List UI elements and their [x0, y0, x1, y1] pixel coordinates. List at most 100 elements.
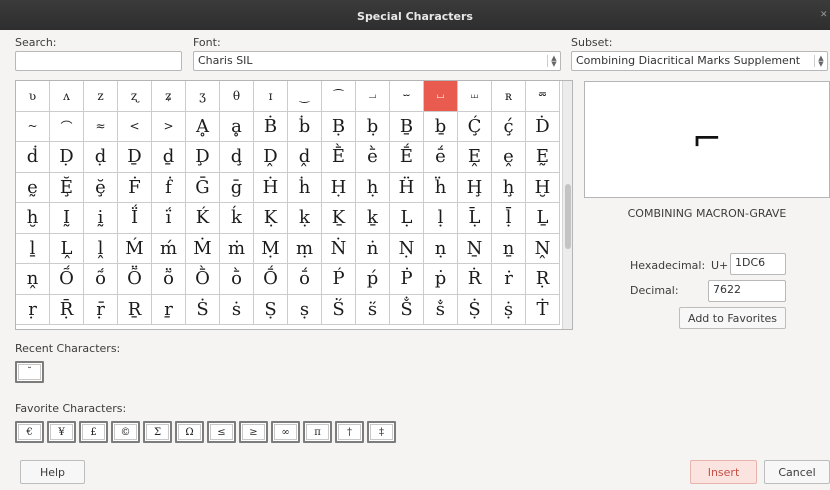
character-cell[interactable]: Ṕ [322, 264, 356, 295]
character-cell[interactable]: ṃ [288, 233, 322, 264]
font-combobox[interactable]: Charis SIL ▲ ▼ [193, 51, 561, 71]
character-cell[interactable]: ḽ [84, 233, 118, 264]
help-button[interactable]: Help [20, 460, 85, 484]
character-cell[interactable]: ṟ [152, 294, 186, 325]
character-cell[interactable]: ḅ [356, 111, 390, 142]
insert-button[interactable]: Insert [690, 460, 757, 484]
character-cell[interactable]: ʌ [50, 81, 84, 112]
character-cell[interactable]: Ḫ [526, 172, 560, 203]
character-cell[interactable]: Ḣ [254, 172, 288, 203]
character-cell[interactable]: Ḏ [118, 142, 152, 173]
character-cell[interactable]: Ṅ [322, 233, 356, 264]
cancel-button[interactable]: Cancel [764, 460, 830, 484]
character-cell[interactable]: ɪ [254, 81, 288, 112]
character-cell[interactable]: ḙ [492, 142, 526, 173]
character-cell[interactable]: Ḭ [50, 203, 84, 234]
character-cell[interactable]: ṁ [220, 233, 254, 264]
favorite-character-button[interactable]: † [335, 421, 364, 443]
character-cell[interactable]: Ḵ [322, 203, 356, 234]
character-cell[interactable]: Ṗ [390, 264, 424, 295]
decimal-input[interactable]: 7622 [708, 280, 786, 302]
character-cell[interactable]: ḻ [16, 233, 50, 264]
search-input[interactable] [15, 51, 182, 71]
character-cell[interactable]: Ḕ [322, 142, 356, 173]
character-cell[interactable]: ḿ [152, 233, 186, 264]
character-cell[interactable]: ḋ [16, 142, 50, 173]
character-cell[interactable]: ḝ [84, 172, 118, 203]
spin-updown-icon[interactable]: ▲ ▼ [547, 55, 557, 68]
character-cell[interactable]: Ḻ [526, 203, 560, 234]
character-cell[interactable]: z [84, 81, 118, 112]
character-cell[interactable]: ḯ [152, 203, 186, 234]
character-cell[interactable]: Ṋ [526, 233, 560, 264]
character-cell[interactable]: Ṉ [458, 233, 492, 264]
character-cell[interactable]: ʑ [152, 81, 186, 112]
character-cell[interactable]: Ḋ [526, 111, 560, 142]
subset-combobox[interactable]: Combining Diacritical Marks Supplement ▲… [571, 51, 828, 71]
character-cell[interactable]: ḕ [356, 142, 390, 173]
character-cell[interactable]: ~ [16, 111, 50, 142]
character-cell[interactable]: Ṝ [50, 294, 84, 325]
character-cell[interactable]: ḩ [492, 172, 526, 203]
character-cell[interactable]: Ḁ [186, 111, 220, 142]
character-cell[interactable]: ⏗ [356, 81, 390, 112]
character-cell[interactable]: ḣ [288, 172, 322, 203]
character-cell[interactable]: ⏖ [390, 81, 424, 112]
grid-scrollbar[interactable] [562, 81, 572, 329]
character-cell[interactable]: ⏘ [424, 81, 458, 112]
character-cell[interactable]: ḹ [492, 203, 526, 234]
character-cell[interactable]: Ḡ [186, 172, 220, 203]
character-cell[interactable]: ṅ [356, 233, 390, 264]
character-cell[interactable]: Ḍ [50, 142, 84, 173]
character-cell[interactable]: θ [220, 81, 254, 112]
character-cell[interactable]: ḭ [84, 203, 118, 234]
character-cell[interactable]: ḃ [288, 111, 322, 142]
character-cell[interactable]: Ḿ [118, 233, 152, 264]
character-cell[interactable]: ṧ [424, 294, 458, 325]
character-cell[interactable]: ⌒ [50, 111, 84, 142]
character-cell[interactable]: Ḓ [254, 142, 288, 173]
character-cell[interactable]: ≈ [84, 111, 118, 142]
character-cell[interactable]: Ḗ [390, 142, 424, 173]
character-cell[interactable]: ṛ [16, 294, 50, 325]
character-cell[interactable]: Ḇ [390, 111, 424, 142]
character-cell[interactable]: ṑ [220, 264, 254, 295]
character-cell[interactable]: Ḷ [390, 203, 424, 234]
character-cell[interactable]: Ṥ [322, 294, 356, 325]
character-cell[interactable]: ⏙ [458, 81, 492, 112]
character-cell[interactable]: ʋ [16, 81, 50, 112]
favorite-character-button[interactable]: ¥ [47, 421, 76, 443]
character-cell[interactable]: ṙ [492, 264, 526, 295]
favorite-character-button[interactable]: £ [79, 421, 108, 443]
character-cell[interactable]: Ṟ [118, 294, 152, 325]
character-cell[interactable]: Ṁ [186, 233, 220, 264]
character-cell[interactable]: ḳ [288, 203, 322, 234]
spin-updown-icon[interactable]: ▲ ▼ [814, 55, 824, 68]
add-to-favorites-button[interactable]: Add to Favorites [679, 307, 786, 329]
character-cell[interactable]: ṡ [220, 294, 254, 325]
character-cell[interactable]: ḫ [16, 203, 50, 234]
character-cell[interactable]: ṉ [492, 233, 526, 264]
character-cell[interactable]: ṥ [356, 294, 390, 325]
character-cell[interactable]: Ṇ [390, 233, 424, 264]
character-cell[interactable]: Ṏ [118, 264, 152, 295]
character-cell[interactable]: ‿ [288, 81, 322, 112]
character-cell[interactable]: ʐ [118, 81, 152, 112]
character-cell[interactable]: ḷ [424, 203, 458, 234]
character-cell[interactable]: Ḃ [254, 111, 288, 142]
favorite-character-button[interactable]: ‡ [367, 421, 396, 443]
character-cell[interactable]: Ḟ [118, 172, 152, 203]
character-cell[interactable]: ḑ [220, 142, 254, 173]
recent-character-button[interactable]: ˘ [15, 361, 44, 383]
character-cell[interactable]: Ḅ [322, 111, 356, 142]
character-cell[interactable]: > [152, 111, 186, 142]
favorite-character-button[interactable]: ≤ [207, 421, 236, 443]
character-cell[interactable]: ḵ [356, 203, 390, 234]
character-cell[interactable]: ḟ [152, 172, 186, 203]
favorite-character-button[interactable]: π [303, 421, 332, 443]
character-cell[interactable]: ḱ [220, 203, 254, 234]
character-cell[interactable]: ṗ [424, 264, 458, 295]
character-cell[interactable]: Ṃ [254, 233, 288, 264]
character-cell[interactable]: Ṙ [458, 264, 492, 295]
character-cell[interactable]: ṏ [152, 264, 186, 295]
